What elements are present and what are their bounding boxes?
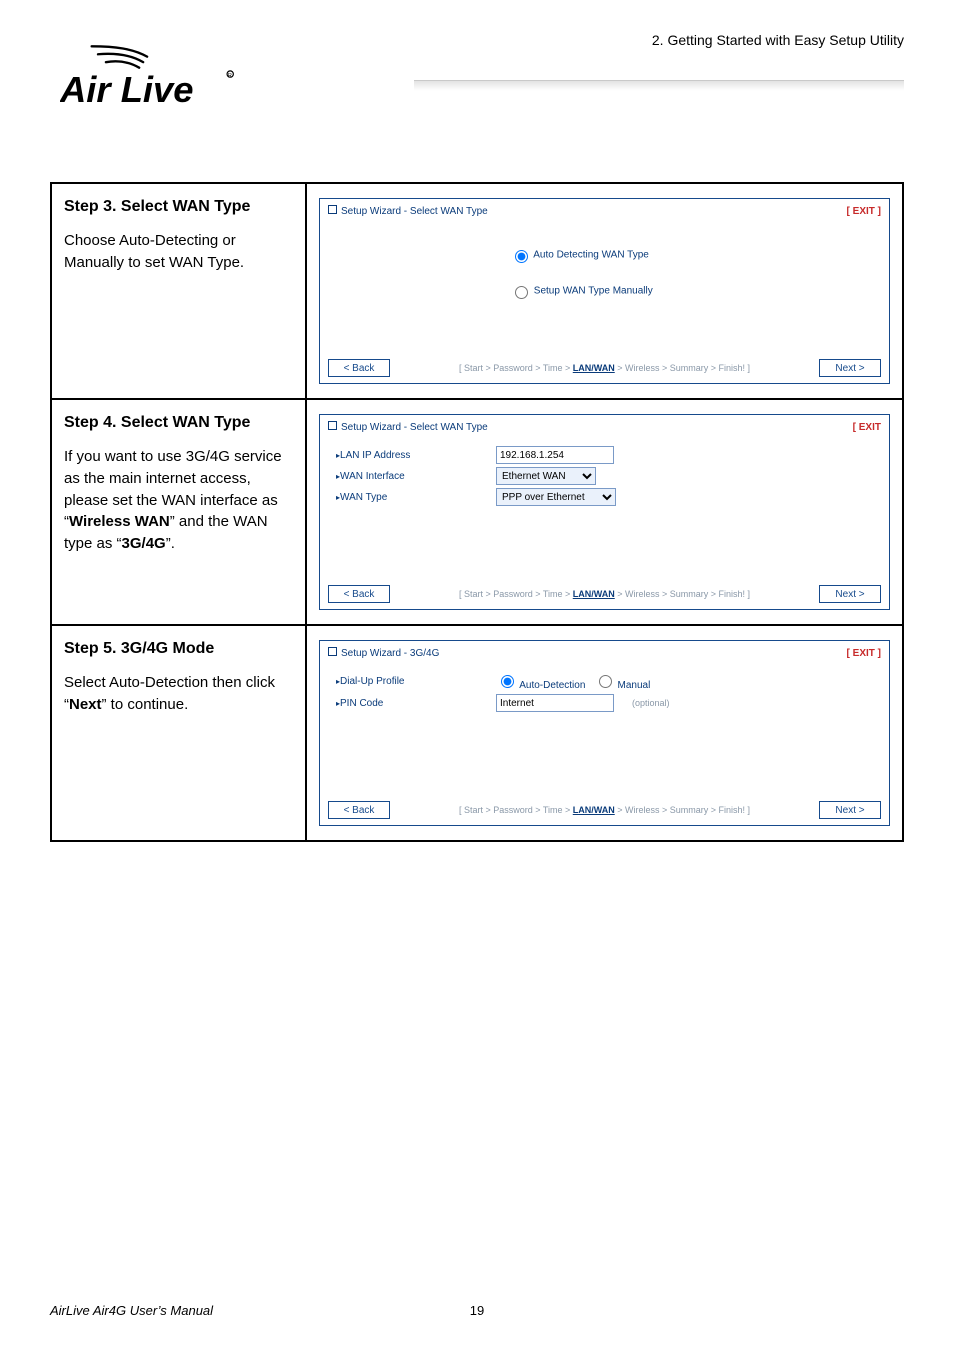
chapter-title: 2. Getting Started with Easy Setup Utili… xyxy=(652,32,904,48)
dialup-manual-radio[interactable] xyxy=(599,675,612,688)
manual-title: AirLive Air4G User’s Manual xyxy=(50,1303,213,1318)
step3-body: Choose Auto-Detecting or Manually to set… xyxy=(64,230,293,274)
lan-ip-input[interactable] xyxy=(496,446,614,464)
panel4-title: Setup Wizard - Select WAN Type xyxy=(328,421,488,433)
dialup-label: Dial-Up Profile xyxy=(330,676,496,687)
pin-label: PIN Code xyxy=(330,698,496,709)
step5-cell-right: Setup Wizard - 3G/4G [ EXIT ] Dial-Up Pr… xyxy=(306,625,903,841)
brand-logo: Air Live R xyxy=(60,42,250,114)
wan-type-select[interactable]: PPP over Ethernet xyxy=(496,488,616,506)
next-button[interactable]: Next > xyxy=(819,801,881,819)
step3-cell-left: Step 3. Select WAN Type Choose Auto-Dete… xyxy=(51,183,306,399)
svg-text:Air Live: Air Live xyxy=(60,69,194,110)
panel5-title: Setup Wizard - 3G/4G xyxy=(328,647,439,659)
panel-step4: Setup Wizard - Select WAN Type [ EXIT LA… xyxy=(319,414,890,610)
auto-detect-label: Auto Detecting WAN Type xyxy=(533,250,649,261)
pin-optional: (optional) xyxy=(632,698,670,708)
manual-radio[interactable] xyxy=(515,286,528,299)
auto-detect-radio[interactable] xyxy=(515,250,528,263)
wizard-breadcrumb: [ Start > Password > Time > LAN/WAN > Wi… xyxy=(398,589,811,599)
svg-text:R: R xyxy=(228,73,232,79)
dialup-auto-radio[interactable] xyxy=(501,675,514,688)
wan-type-label: WAN Type xyxy=(330,492,496,503)
exit-link[interactable]: [ EXIT ] xyxy=(847,206,881,217)
panel3-title: Setup Wizard - Select WAN Type xyxy=(328,205,488,217)
wan-interface-select[interactable]: Ethernet WAN xyxy=(496,467,596,485)
exit-link[interactable]: [ EXIT ] xyxy=(847,648,881,659)
step5-title: Step 5. 3G/4G Mode xyxy=(64,640,293,658)
manual-label: Setup WAN Type Manually xyxy=(534,286,653,297)
lan-ip-label: LAN IP Address xyxy=(330,450,496,461)
panel-step5: Setup Wizard - 3G/4G [ EXIT ] Dial-Up Pr… xyxy=(319,640,890,826)
step4-title: Step 4. Select WAN Type xyxy=(64,414,293,432)
dialup-manual-label: Manual xyxy=(618,680,651,691)
back-button[interactable]: < Back xyxy=(328,585,390,603)
step3-title: Step 3. Select WAN Type xyxy=(64,198,293,216)
panel-step3: Setup Wizard - Select WAN Type [ EXIT ] … xyxy=(319,198,890,384)
step5-cell-left: Step 5. 3G/4G Mode Select Auto-Detection… xyxy=(51,625,306,841)
step5-body: Select Auto-Detection then click “Next” … xyxy=(64,672,293,716)
step3-cell-right: Setup Wizard - Select WAN Type [ EXIT ] … xyxy=(306,183,903,399)
next-button[interactable]: Next > xyxy=(819,585,881,603)
step4-body: If you want to use 3G/4G service as the … xyxy=(64,446,293,555)
next-button[interactable]: Next > xyxy=(819,359,881,377)
header-divider xyxy=(414,80,904,97)
page-number: 19 xyxy=(470,1303,484,1318)
back-button[interactable]: < Back xyxy=(328,359,390,377)
pin-input[interactable] xyxy=(496,694,614,712)
wizard-breadcrumb: [ Start > Password > Time > LAN/WAN > Wi… xyxy=(398,805,811,815)
exit-link[interactable]: [ EXIT xyxy=(853,422,881,433)
back-button[interactable]: < Back xyxy=(328,801,390,819)
step4-cell-right: Setup Wizard - Select WAN Type [ EXIT LA… xyxy=(306,399,903,625)
wan-interface-label: WAN Interface xyxy=(330,471,496,482)
dialup-auto-label: Auto-Detection xyxy=(519,680,585,691)
wizard-breadcrumb: [ Start > Password > Time > LAN/WAN > Wi… xyxy=(398,363,811,373)
step4-cell-left: Step 4. Select WAN Type If you want to u… xyxy=(51,399,306,625)
